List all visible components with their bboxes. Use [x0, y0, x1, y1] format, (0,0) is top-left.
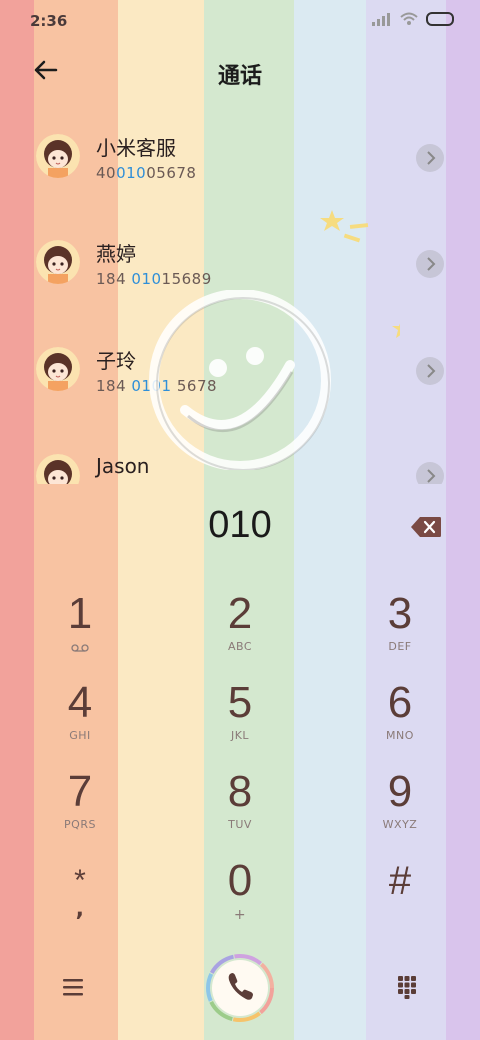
dialed-number[interactable]: 010 [0, 504, 480, 547]
key-5[interactable]: 5 JKL [180, 679, 300, 761]
girl-avatar-icon [36, 454, 80, 484]
avatar [36, 240, 80, 284]
details-button[interactable] [416, 144, 444, 172]
avatar [36, 347, 80, 391]
status-bar: 2:36 [0, 0, 480, 40]
list-item[interactable]: 小米客服 4001005678 [0, 112, 480, 216]
chevron-right-icon [427, 364, 436, 378]
phone-icon [206, 954, 274, 1022]
list-item[interactable]: 燕婷 184 01015689 [0, 218, 480, 322]
wifi-icon [400, 12, 418, 25]
list-item[interactable]: Jason [0, 432, 480, 484]
menu-icon[interactable] [60, 974, 86, 1000]
backspace-icon[interactable] [410, 516, 442, 538]
signal-icon [372, 13, 390, 26]
bottom-bar [0, 950, 480, 1030]
dial-input-row: 010 [0, 500, 480, 556]
key-9[interactable]: 9 WXYZ [340, 768, 460, 850]
key-0[interactable]: 0 + [180, 857, 300, 939]
voicemail-icon [71, 644, 89, 652]
details-button[interactable] [416, 250, 444, 278]
contact-number: 4001005678 [96, 164, 197, 182]
page-title: 通话 [217, 64, 262, 89]
keypad-toggle-icon[interactable] [394, 974, 420, 1000]
key-7[interactable]: 7 PQRS [20, 768, 140, 850]
key-6[interactable]: 6 MNO [340, 679, 460, 761]
key-star[interactable]: * , [20, 857, 140, 939]
key-hash[interactable]: # [340, 857, 460, 939]
call-button[interactable] [206, 954, 274, 1022]
chevron-right-icon [427, 469, 436, 483]
girl-avatar-icon [36, 240, 80, 284]
key-2[interactable]: 2 ABC [180, 590, 300, 672]
key-3[interactable]: 3 DEF [340, 590, 460, 672]
avatar [36, 134, 80, 178]
contact-name: 子玲 [96, 349, 136, 373]
girl-avatar-icon [36, 347, 80, 391]
contact-suggestions: 小米客服 4001005678 燕婷 184 01015689 子玲 184 0… [0, 112, 480, 484]
contact-name: 燕婷 [96, 242, 136, 266]
avatar [36, 454, 80, 484]
contact-name: Jason [96, 454, 150, 478]
contact-name: 小米客服 [96, 136, 176, 160]
battery-icon [426, 12, 454, 26]
chevron-right-icon [427, 257, 436, 271]
list-item[interactable]: 子玲 184 0101 5678 [0, 325, 480, 429]
key-8[interactable]: 8 TUV [180, 768, 300, 850]
chevron-right-icon [427, 151, 436, 165]
details-button[interactable] [416, 462, 444, 484]
contact-number: 184 0101 5678 [96, 377, 218, 395]
key-1[interactable]: 1 [20, 590, 140, 672]
status-time: 2:36 [30, 12, 68, 30]
girl-avatar-icon [36, 134, 80, 178]
header: 通话 [0, 48, 480, 92]
key-4[interactable]: 4 GHI [20, 679, 140, 761]
status-icons [372, 12, 454, 26]
contact-number: 184 01015689 [96, 270, 212, 288]
details-button[interactable] [416, 357, 444, 385]
